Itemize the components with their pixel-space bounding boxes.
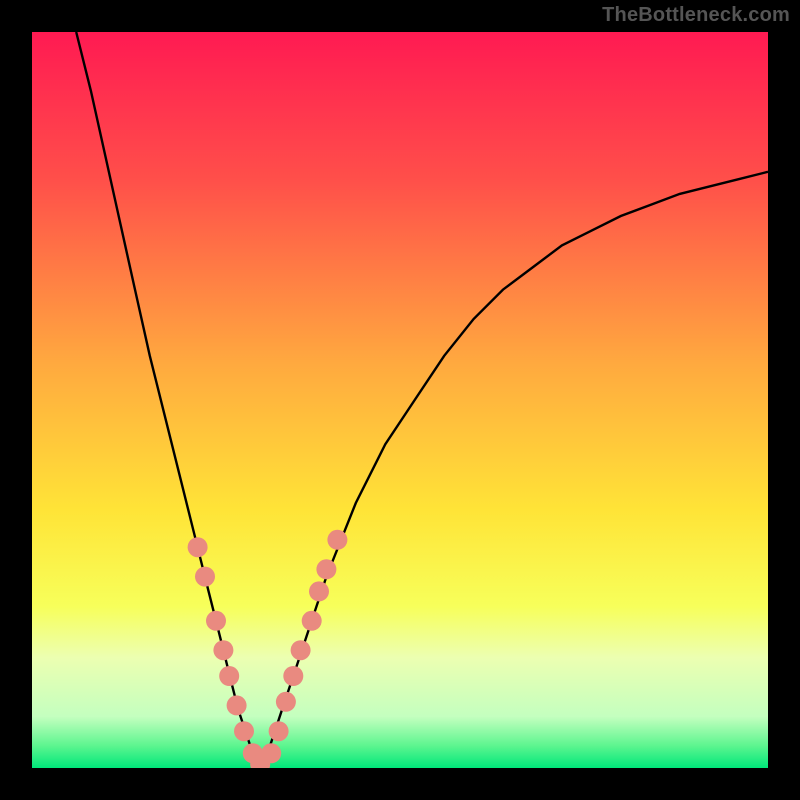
watermark-text: TheBottleneck.com	[602, 4, 790, 27]
plot-area	[32, 32, 768, 768]
data-beads	[32, 32, 768, 768]
chart-frame: TheBottleneck.com	[0, 0, 800, 800]
